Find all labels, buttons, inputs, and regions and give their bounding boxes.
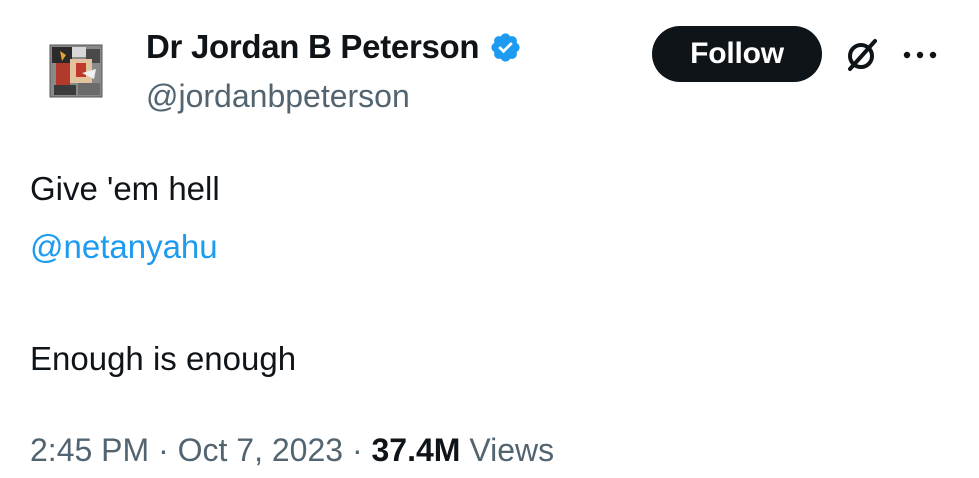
tweet-time[interactable]: 2:45 PM (30, 432, 149, 468)
views-count: 37.4M (371, 432, 461, 468)
tweet-date[interactable]: Oct 7, 2023 (178, 432, 343, 468)
meta-separator: · (343, 432, 372, 468)
avatar[interactable] (38, 33, 114, 109)
grok-icon[interactable] (842, 35, 882, 75)
more-options-icon[interactable] (902, 48, 938, 62)
author-name-row[interactable]: Dr Jordan B Peterson (146, 28, 522, 66)
follow-button[interactable]: Follow (652, 26, 822, 82)
tweet-text-line-2: Enough is enough (30, 340, 297, 377)
tweet-text-line-1: Give 'em hell (30, 170, 220, 207)
meta-separator: · (149, 432, 178, 468)
author-handle[interactable]: @jordanbpeterson (146, 78, 410, 115)
views-label: Views (460, 432, 555, 468)
verified-badge-icon (491, 32, 520, 62)
avatar-image (38, 33, 114, 109)
mention-link[interactable]: @netanyahu (30, 228, 218, 266)
author-display-name[interactable]: Dr Jordan B Peterson (146, 28, 480, 66)
tweet-meta: 2:45 PM · Oct 7, 2023 · 37.4M Views (30, 432, 554, 469)
